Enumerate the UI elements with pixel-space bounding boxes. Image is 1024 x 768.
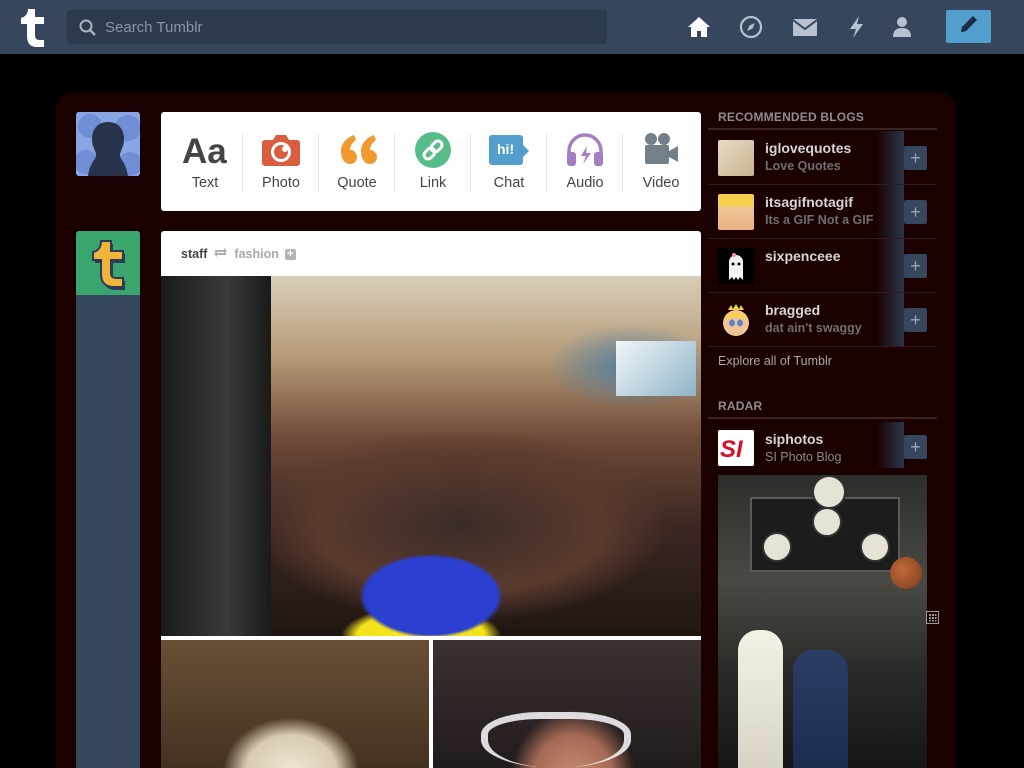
photo-detail	[616, 341, 696, 396]
fade-overlay	[876, 293, 904, 347]
fade-overlay	[876, 239, 904, 293]
follow-blog-button[interactable]: +	[904, 308, 927, 332]
radar-blog-item[interactable]: SI siphotos SI Photo Blog +	[708, 422, 937, 468]
post-type-text-button[interactable]: Aa Text	[167, 112, 243, 211]
post-type-audio-button[interactable]: Audio	[547, 112, 623, 211]
activity-lightning-icon[interactable]	[843, 14, 869, 40]
post-type-label: Chat	[493, 175, 525, 191]
post-type-label: Audio	[566, 175, 604, 191]
recommended-blogs-heading: RECOMMENDED BLOGS	[718, 110, 865, 124]
photo-detail	[738, 630, 783, 768]
search-input[interactable]	[105, 10, 595, 44]
quote-icon	[319, 130, 395, 170]
blog-avatar[interactable]	[718, 140, 754, 176]
post-type-photo-button[interactable]: Photo	[243, 112, 319, 211]
explore-all-link[interactable]: Explore all of Tumblr	[718, 354, 832, 368]
photo-detail	[481, 712, 631, 768]
photo-detail	[161, 276, 271, 636]
divider	[708, 128, 937, 130]
blog-avatar[interactable]: SI	[718, 430, 754, 466]
post-type-link-button[interactable]: Link	[395, 112, 471, 211]
post-author-link[interactable]: staff	[181, 247, 207, 261]
recommended-blog-item[interactable]: itsagifnotagif Its a GIF Not a GIF +	[708, 185, 937, 239]
blog-avatar[interactable]	[718, 194, 754, 230]
blog-avatar[interactable]	[718, 302, 754, 338]
chat-bubble-icon: hi!	[471, 130, 547, 170]
reblogged-from-link[interactable]: fashion	[234, 247, 278, 261]
post-type-bar: Aa Text Photo Quote Link hi! Chat Audio …	[161, 112, 701, 211]
chat-badge-text: hi!	[497, 141, 514, 157]
svg-text:Aa: Aa	[182, 132, 227, 168]
top-navigation-bar	[0, 0, 1024, 54]
post-header: staff fashion +	[181, 246, 296, 262]
my-avatar[interactable]	[76, 112, 140, 176]
blog-name[interactable]: itsagifnotagif	[765, 194, 853, 210]
post-photo-dog[interactable]	[161, 640, 429, 768]
photo-detail	[762, 532, 792, 562]
tumblr-logo-icon[interactable]	[16, 6, 50, 48]
post-type-quote-button[interactable]: Quote	[319, 112, 395, 211]
blog-avatar[interactable]	[718, 248, 754, 284]
compose-post-button[interactable]	[946, 10, 991, 43]
blog-name[interactable]: siphotos	[765, 431, 823, 447]
grid-view-icon[interactable]	[926, 611, 939, 624]
link-icon	[395, 130, 471, 170]
radar-post-photo[interactable]	[718, 475, 927, 768]
blog-subtitle: dat ain't swaggy	[765, 321, 862, 335]
search-icon	[79, 19, 96, 36]
blog-name[interactable]: sixpenceee	[765, 248, 841, 264]
radar-heading: RADAR	[718, 399, 763, 413]
photo-detail	[812, 475, 846, 509]
follow-blog-button[interactable]: +	[904, 254, 927, 278]
sticky-avatar-column	[76, 295, 140, 768]
home-icon[interactable]	[686, 14, 712, 40]
camera-icon	[243, 130, 319, 170]
explore-compass-icon[interactable]	[738, 14, 764, 40]
dashboard-post: staff fashion +	[161, 231, 701, 768]
photo-detail	[812, 507, 842, 537]
post-type-chat-button[interactable]: hi! Chat	[471, 112, 547, 211]
photo-detail	[793, 650, 848, 768]
fade-overlay	[876, 422, 904, 468]
search-bar[interactable]	[67, 10, 607, 44]
recommended-blog-item[interactable]: bragged dat ain't swaggy +	[708, 293, 937, 347]
fade-overlay	[876, 131, 904, 185]
inbox-envelope-icon[interactable]	[792, 14, 818, 40]
text-aa-icon: Aa	[167, 130, 243, 170]
si-logo-text: SI	[720, 436, 744, 463]
staff-avatar[interactable]	[76, 231, 140, 295]
photo-detail	[890, 557, 922, 589]
blog-subtitle: SI Photo Blog	[765, 450, 842, 464]
fade-overlay	[876, 185, 904, 239]
post-type-label: Text	[191, 175, 219, 191]
post-type-label: Quote	[337, 175, 377, 191]
post-type-label: Video	[642, 175, 680, 191]
account-person-icon[interactable]	[889, 14, 915, 40]
blog-subtitle: Love Quotes	[765, 159, 841, 173]
follow-blog-button[interactable]: +	[904, 200, 927, 224]
reblog-icon	[213, 247, 228, 261]
post-type-label: Link	[419, 175, 447, 191]
recommended-blog-item[interactable]: iglovequotes Love Quotes +	[708, 131, 937, 185]
blog-name[interactable]: bragged	[765, 302, 820, 318]
pencil-icon	[958, 13, 980, 40]
divider	[708, 346, 937, 347]
video-camera-icon	[623, 130, 699, 170]
divider	[708, 417, 937, 419]
photo-detail	[860, 532, 890, 562]
post-type-video-button[interactable]: Video	[623, 112, 699, 211]
follow-plus-icon[interactable]: +	[284, 248, 296, 260]
post-photo-main[interactable]	[161, 276, 701, 636]
blog-name[interactable]: iglovequotes	[765, 140, 851, 156]
headphones-icon	[547, 130, 623, 170]
post-type-label: Photo	[262, 175, 300, 191]
blog-subtitle: Its a GIF Not a GIF	[765, 213, 874, 227]
follow-blog-button[interactable]: +	[904, 435, 927, 459]
follow-blog-button[interactable]: +	[904, 146, 927, 170]
recommended-blog-item[interactable]: sixpenceee +	[708, 239, 937, 293]
